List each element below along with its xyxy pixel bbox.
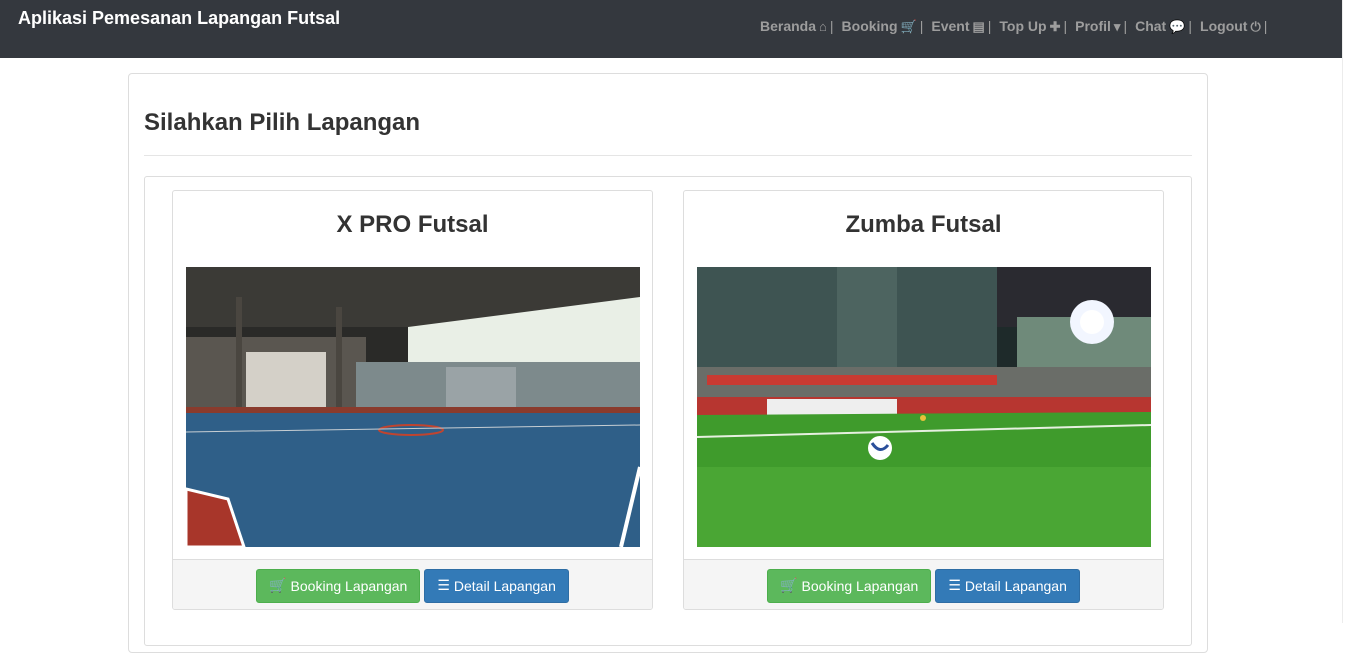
app-brand[interactable]: Aplikasi Pemesanan Lapangan Futsal: [18, 8, 340, 29]
field-list: X PRO Futsal 🛒 Booking Lapangan ☰ Detail…: [144, 176, 1192, 646]
page-title: Silahkan Pilih Lapangan: [144, 109, 421, 136]
nav-separator: |: [987, 18, 992, 34]
caret-down-icon: ▾: [1113, 18, 1121, 34]
comment-icon: 💬: [1169, 18, 1186, 34]
detail-lapangan-button[interactable]: ☰ Detail Lapangan: [424, 568, 569, 603]
button-label: Booking Lapangan: [290, 577, 408, 594]
nav-item-profil[interactable]: Profil ▾: [1075, 18, 1120, 34]
nav-menu: Beranda ⌂ | Booking 🛒 | Event ▤ | Top Up…: [760, 18, 1275, 34]
top-navbar: Aplikasi Pemesanan Lapangan Futsal Beran…: [0, 0, 1342, 58]
list-alt-icon: ▤: [972, 18, 985, 34]
nav-item-label: Chat: [1135, 18, 1167, 34]
nav-separator: |: [1188, 18, 1193, 34]
nav-item-label: Top Up: [999, 18, 1047, 34]
field-card-zumba: Zumba Futsal 🛒 Booking Lapangan ☰ Detail…: [683, 190, 1164, 610]
booking-lapangan-button[interactable]: 🛒 Booking Lapangan: [256, 568, 421, 603]
home-icon: ⌂: [819, 18, 827, 34]
nav-item-label: Profil: [1075, 18, 1111, 34]
button-label: Booking Lapangan: [801, 577, 919, 594]
nav-item-label: Logout: [1200, 18, 1248, 34]
field-name: Zumba Futsal: [845, 211, 1002, 238]
nav-separator: |: [1063, 18, 1068, 34]
button-label: Detail Lapangan: [964, 577, 1067, 594]
field-photo-outdoor-turf: [697, 267, 1151, 547]
cart-icon: 🛒: [780, 577, 798, 593]
nav-item-logout[interactable]: Logout ⏻: [1200, 18, 1261, 34]
nav-separator: |: [1123, 18, 1128, 34]
list-icon: ☰: [437, 577, 450, 593]
nav-item-chat[interactable]: Chat 💬: [1135, 18, 1185, 34]
booking-lapangan-button[interactable]: 🛒 Booking Lapangan: [767, 568, 932, 603]
button-label: Detail Lapangan: [453, 577, 556, 594]
cart-icon: 🛒: [269, 577, 287, 593]
field-photo-indoor-court: [186, 267, 640, 547]
nav-separator: |: [1263, 18, 1268, 34]
card-footer: 🛒 Booking Lapangan ☰ Detail Lapangan: [684, 559, 1163, 609]
nav-item-booking[interactable]: Booking 🛒: [842, 18, 917, 34]
field-card-x-pro: X PRO Futsal 🛒 Booking Lapangan ☰ Detail…: [172, 190, 653, 610]
nav-item-label: Beranda: [760, 18, 817, 34]
power-icon: ⏻: [1250, 18, 1261, 34]
page-scrollbar[interactable]: [1342, 0, 1360, 623]
field-name: X PRO Futsal: [336, 211, 489, 238]
nav-separator: |: [829, 18, 834, 34]
nav-separator: |: [919, 18, 924, 34]
title-divider: [144, 155, 1192, 156]
card-footer: 🛒 Booking Lapangan ☰ Detail Lapangan: [173, 559, 652, 609]
plus-icon: ✚: [1049, 18, 1061, 34]
nav-item-label: Event: [931, 18, 970, 34]
nav-item-top-up[interactable]: Top Up ✚: [999, 18, 1060, 34]
cart-icon: 🛒: [900, 18, 917, 34]
nav-item-beranda[interactable]: Beranda ⌂: [760, 18, 827, 34]
main-panel: Silahkan Pilih Lapangan X PRO Futsal 🛒 B…: [128, 73, 1208, 653]
nav-item-label: Booking: [841, 18, 898, 34]
nav-item-event[interactable]: Event ▤: [931, 18, 984, 34]
detail-lapangan-button[interactable]: ☰ Detail Lapangan: [935, 568, 1080, 603]
list-icon: ☰: [948, 577, 961, 593]
